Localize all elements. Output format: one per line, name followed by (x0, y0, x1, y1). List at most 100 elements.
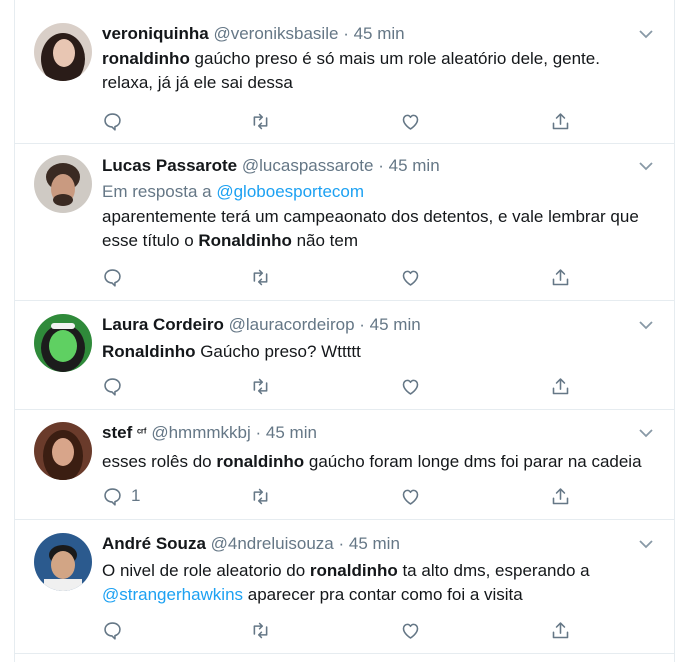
tweet-item[interactable]: André Souza @4ndreluisouza · 45 min O ni… (15, 520, 674, 654)
reply-icon (104, 268, 121, 287)
like-icon (402, 114, 419, 130)
reply-button[interactable] (102, 375, 131, 397)
separator-dot: · (343, 24, 349, 43)
display-name[interactable]: Lucas Passarote (102, 156, 237, 175)
share-button[interactable] (550, 110, 571, 132)
display-name[interactable]: André Souza (102, 534, 206, 553)
like-icon (402, 489, 419, 505)
reply-handle-link[interactable]: @globoesportecom (216, 182, 364, 201)
tweet-text-segment: não tem (291, 231, 359, 250)
user-handle[interactable]: @lucaspassarote (242, 156, 374, 175)
like-button[interactable] (400, 619, 421, 641)
feed-right-border (674, 0, 675, 662)
mention-link[interactable]: @strangerhawkins (102, 585, 243, 604)
avatar[interactable] (34, 155, 92, 213)
like-button[interactable] (400, 375, 421, 397)
retweet-icon (253, 378, 268, 394)
like-icon (402, 623, 419, 639)
tweet-header: veroniquinha @veroniksbasile · 45 min (102, 23, 405, 45)
reply-button[interactable] (102, 266, 131, 288)
avatar[interactable] (34, 533, 92, 591)
separator-dot: · (255, 423, 262, 442)
display-name[interactable]: veroniquinha (102, 24, 209, 43)
highlighted-keyword: ronaldinho (309, 561, 398, 580)
display-name-suffix: ᶜʳᶠ (136, 427, 147, 439)
share-icon (552, 487, 569, 504)
reply-button[interactable]: 1 (102, 485, 140, 507)
user-handle[interactable]: @lauracordeirop (229, 315, 355, 334)
tweet-text-segment: ta alto dms, esperando a (397, 561, 590, 580)
like-icon (402, 379, 419, 395)
chevron-down-icon[interactable] (638, 26, 654, 42)
avatar-image (34, 23, 92, 81)
reply-prefix: Em resposta a (102, 182, 212, 201)
like-button[interactable] (400, 266, 421, 288)
reply-icon (104, 487, 121, 506)
tweet-text-segment: aparentemente terá um campeaonato dos de… (102, 207, 639, 250)
tweet-text-segment: esses rolês do (102, 452, 217, 471)
tweet-item[interactable]: Lucas Passarote @lucaspassarote · 45 min… (15, 144, 674, 301)
avatar-image (34, 314, 92, 372)
chevron-down-icon[interactable] (638, 317, 654, 333)
share-button[interactable] (550, 485, 571, 507)
retweet-button[interactable] (250, 375, 271, 397)
tweet-text: Ronaldinho Gaúcho preso? Wttttt (102, 340, 654, 364)
user-handle[interactable]: @4ndreluisouza (211, 534, 334, 553)
display-name[interactable]: Laura Cordeiro (102, 315, 224, 334)
display-name[interactable]: stef (102, 423, 132, 442)
retweet-button[interactable] (250, 619, 271, 641)
retweet-button[interactable] (250, 266, 271, 288)
tweet-text-segment: gaúcho foram longe dms foi parar na cade… (304, 452, 642, 471)
tweet-header: Laura Cordeiro @lauracordeirop · 45 min (102, 314, 421, 336)
like-button[interactable] (400, 110, 421, 132)
highlighted-keyword: ronaldinho (102, 49, 190, 68)
tweet-text: ronaldinho gaúcho preso é só mais um rol… (102, 47, 654, 95)
highlighted-keyword: Ronaldinho (102, 342, 196, 361)
highlighted-keyword: ronaldinho (216, 452, 305, 471)
share-icon (552, 112, 569, 129)
tweet-text-segment: O nivel de role aleatorio do (102, 561, 310, 580)
user-handle[interactable]: @hmmmkkbj (151, 423, 250, 442)
tweet-actions (102, 266, 572, 288)
highlighted-keyword: Ronaldinho (198, 231, 292, 250)
reply-button[interactable] (102, 619, 131, 641)
tweet-item[interactable]: Laura Cordeiro @lauracordeirop · 45 min … (15, 301, 674, 410)
reply-icon (104, 377, 121, 396)
reply-icon (104, 112, 121, 131)
tweet-item[interactable]: veroniquinha @veroniksbasile · 45 min ro… (15, 0, 674, 144)
retweet-icon (253, 622, 268, 638)
retweet-icon (253, 488, 268, 504)
chevron-down-icon[interactable] (638, 158, 654, 174)
retweet-button[interactable] (250, 110, 271, 132)
avatar[interactable] (34, 422, 92, 480)
share-button[interactable] (550, 375, 571, 397)
retweet-icon (253, 269, 268, 285)
separator-dot: · (378, 156, 384, 175)
reply-button[interactable] (102, 110, 131, 132)
avatar-image (34, 422, 92, 480)
timestamp[interactable]: 45 min (389, 156, 440, 175)
tweet-item[interactable]: stef ᶜʳᶠ @hmmmkkbj · 45 min esses rolês … (15, 410, 674, 520)
avatar[interactable] (34, 314, 92, 372)
timestamp[interactable]: 45 min (370, 315, 421, 334)
timestamp[interactable]: 45 min (354, 24, 405, 43)
tweet-actions (102, 110, 572, 132)
avatar-image (34, 155, 92, 213)
timestamp[interactable]: 45 min (266, 423, 317, 442)
tweet-header: Lucas Passarote @lucaspassarote · 45 min (102, 155, 440, 177)
user-handle[interactable]: @veroniksbasile (213, 24, 338, 43)
tweet-actions (102, 619, 572, 641)
separator-dot: · (359, 315, 365, 334)
like-button[interactable] (400, 485, 421, 507)
share-button[interactable] (550, 619, 571, 641)
chevron-down-icon[interactable] (638, 425, 654, 441)
avatar[interactable] (34, 23, 92, 81)
tweet-text: esses rolês do ronaldinho gaúcho foram l… (102, 450, 654, 474)
chevron-down-icon[interactable] (638, 536, 654, 552)
share-button[interactable] (550, 266, 571, 288)
timestamp[interactable]: 45 min (349, 534, 400, 553)
reply-count: 1 (131, 486, 141, 505)
tweet-text-segment: Gaúcho preso? Wttttt (195, 342, 361, 361)
retweet-button[interactable] (250, 485, 271, 507)
tweet-header: stef ᶜʳᶠ @hmmmkkbj · 45 min (102, 422, 317, 444)
